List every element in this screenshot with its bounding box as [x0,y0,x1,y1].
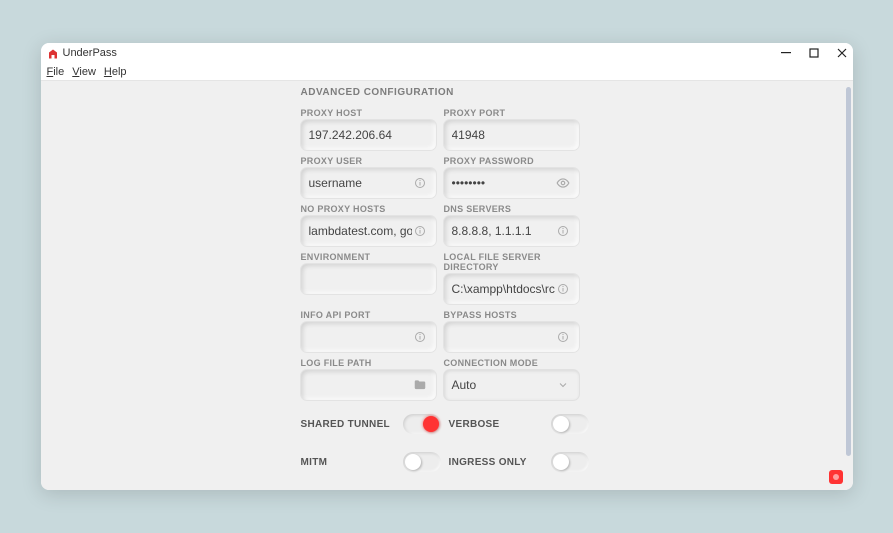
close-button[interactable] [835,46,849,60]
eye-icon[interactable] [555,175,571,191]
app-icon [47,47,59,59]
connection-mode-value: Auto [452,378,477,392]
title-bar: UnderPass [41,43,853,63]
menu-view[interactable]: View [72,66,96,78]
proxy-host-input[interactable] [301,120,436,150]
app-title: UnderPass [63,47,117,59]
maximize-button[interactable] [807,46,821,60]
shared-tunnel-label: SHARED TUNNEL [301,419,390,430]
local-file-dir-label: LOCAL FILE SERVER DIRECTORY [444,252,579,272]
local-file-dir-input[interactable] [444,274,579,304]
minimize-button[interactable] [779,46,793,60]
proxy-port-label: PROXY PORT [444,108,579,118]
proxy-user-input[interactable] [301,168,436,198]
mitm-label: MITM [301,457,328,468]
section-title: ADVANCED CONFIGURATION [301,87,841,98]
info-api-port-label: INFO API PORT [301,310,436,320]
folder-icon[interactable] [412,377,428,393]
info-icon [555,329,571,345]
notification-icon[interactable] [829,470,843,484]
proxy-password-label: PROXY PASSWORD [444,156,579,166]
menu-file[interactable]: File [47,66,65,78]
proxy-host-label: PROXY HOST [301,108,436,118]
verbose-label: VERBOSE [449,419,500,430]
info-icon [412,175,428,191]
chevron-down-icon [555,377,571,393]
verbose-toggle[interactable] [551,414,589,434]
app-window: UnderPass File View Help ADVANCED CONFIG… [41,43,853,490]
shared-tunnel-toggle[interactable] [403,414,441,434]
mitm-toggle[interactable] [403,452,441,472]
proxy-port-input[interactable] [444,120,579,150]
menu-bar: File View Help [41,63,853,81]
environment-label: ENVIRONMENT [301,252,436,262]
ingress-only-toggle[interactable] [551,452,589,472]
ingress-only-label: INGRESS ONLY [449,457,527,468]
log-file-path-label: LOG FILE PATH [301,358,436,368]
bypass-hosts-label: BYPASS HOSTS [444,310,579,320]
info-api-port-input[interactable] [301,322,436,352]
proxy-password-input[interactable] [444,168,579,198]
bypass-hosts-input[interactable] [444,322,579,352]
info-icon [555,223,571,239]
dns-servers-input[interactable] [444,216,579,246]
dns-servers-label: DNS SERVERS [444,204,579,214]
info-icon [412,329,428,345]
connection-mode-select[interactable]: Auto [444,370,579,400]
info-icon [412,223,428,239]
content-area: ADVANCED CONFIGURATION PROXY HOST PROXY … [41,81,853,490]
no-proxy-hosts-input[interactable] [301,216,436,246]
advanced-config-panel: ADVANCED CONFIGURATION PROXY HOST PROXY … [301,87,841,490]
environment-input[interactable] [301,264,436,294]
menu-help[interactable]: Help [104,66,127,78]
connection-mode-label: CONNECTION MODE [444,358,579,368]
no-proxy-hosts-label: NO PROXY HOSTS [301,204,436,214]
log-file-path-input[interactable] [301,370,436,400]
info-icon [555,281,571,297]
proxy-user-label: PROXY USER [301,156,436,166]
vertical-scrollbar[interactable] [846,87,851,456]
